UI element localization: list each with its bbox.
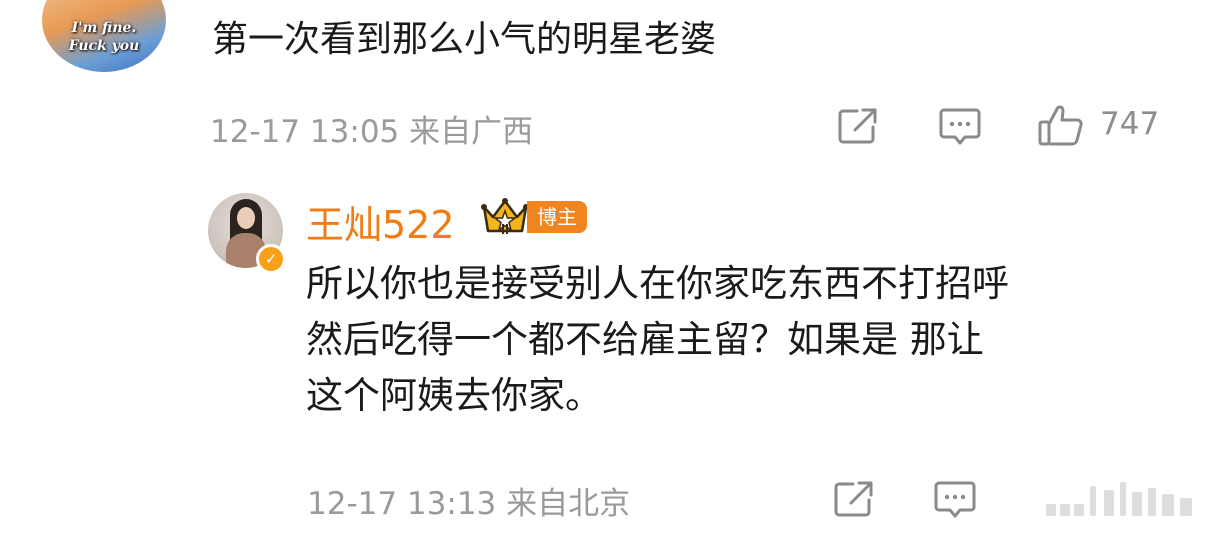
comment-location: 来自广西 (409, 114, 534, 150)
avatar-face (237, 207, 255, 229)
commenter-avatar[interactable]: I'm fine. Fuck you (42, 0, 166, 72)
comment-meta: 12-17 13:05 来自广西 (210, 106, 533, 151)
reply-text-line-1: 所以你也是接受别人在你家吃东西不打招呼 (306, 262, 1009, 305)
blogger-badge: 博主 (527, 201, 587, 233)
like-count: 747 (1100, 106, 1160, 142)
avatar-caption-line1: I'm fine. (71, 20, 137, 36)
reply-timestamp: 12-17 13:13 (307, 486, 497, 522)
reply-text-line-2: 然后吃得一个都不给雇主留？如果是 那让 (306, 318, 984, 361)
reply-username[interactable]: 王灿522 (306, 194, 455, 249)
watermark (1046, 480, 1196, 520)
share-icon[interactable] (833, 480, 875, 518)
reply-location: 来自北京 (506, 486, 631, 522)
comment-icon[interactable] (938, 107, 982, 147)
reply-text-line-3: 这个阿姨去你家。 (306, 374, 602, 417)
comment-icon[interactable] (933, 480, 977, 520)
comment-text: 第一次看到那么小气的明星老婆 (212, 19, 717, 60)
thumbs-up-icon[interactable] (1037, 103, 1085, 147)
comment-timestamp: 12-17 13:05 (210, 114, 400, 150)
share-icon[interactable] (837, 107, 879, 145)
verified-badge-icon: ✓ (256, 244, 286, 274)
avatar-caption-line2: Fuck you (68, 38, 140, 54)
reply-text: 所以你也是接受别人在你家吃东西不打招呼 然后吃得一个都不给雇主留？如果是 那让 … (306, 256, 1156, 424)
crown-badge-icon (480, 197, 530, 237)
reply-meta: 12-17 13:13 来自北京 (307, 478, 630, 523)
